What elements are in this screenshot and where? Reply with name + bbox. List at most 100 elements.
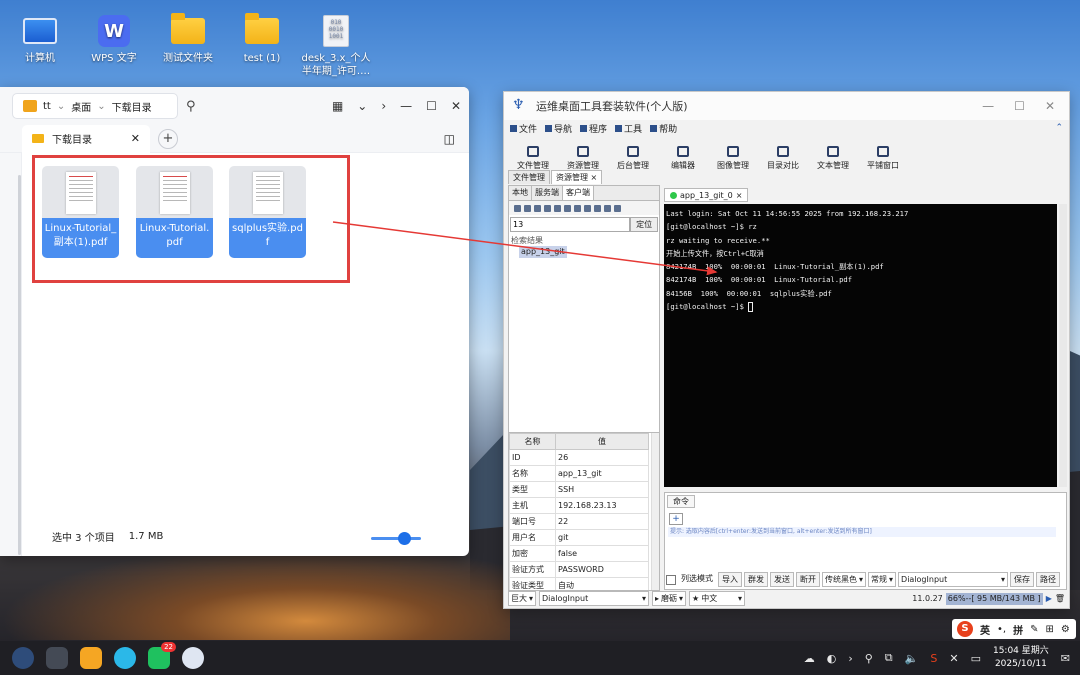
tab-file-manage[interactable]: 文件管理 bbox=[508, 170, 550, 184]
menu-tools[interactable]: 工具 bbox=[615, 122, 642, 135]
ops-tool-taskbar-icon[interactable] bbox=[182, 647, 204, 669]
tab-server[interactable]: 服务端 bbox=[532, 186, 563, 200]
scrollbar[interactable] bbox=[1059, 204, 1067, 487]
export-icon[interactable] bbox=[604, 204, 611, 212]
theme-toggle-icon[interactable]: ◐ bbox=[827, 652, 837, 665]
weather-icon[interactable]: ☁ bbox=[804, 652, 815, 665]
search-icon[interactable]: ⚲ bbox=[186, 99, 196, 114]
browser-icon[interactable] bbox=[114, 647, 136, 669]
add-command-button[interactable]: + bbox=[669, 513, 683, 525]
property-row[interactable]: 用户名 git bbox=[509, 529, 649, 546]
file-item[interactable]: Linux-Tutorial_副本(1).pdf bbox=[42, 166, 119, 258]
file-manager-taskbar-icon[interactable] bbox=[80, 647, 102, 669]
maximize-icon[interactable]: ☐ bbox=[426, 99, 437, 113]
property-row[interactable]: 加密 false bbox=[509, 545, 649, 562]
notification-center-icon[interactable]: ✉ bbox=[1061, 652, 1070, 665]
search-input[interactable] bbox=[510, 217, 631, 232]
property-row[interactable]: 验证类型 自动 bbox=[509, 577, 649, 590]
volume-icon[interactable]: 🔈 bbox=[905, 652, 919, 665]
style-select[interactable]: 常规 ▾ bbox=[868, 572, 897, 587]
menu-program[interactable]: 程序 bbox=[580, 122, 607, 135]
gear-icon[interactable]: ⚙ bbox=[1061, 624, 1070, 635]
edit-icon[interactable] bbox=[544, 204, 551, 212]
path-button[interactable]: 路径 bbox=[1036, 572, 1061, 587]
property-row[interactable]: ID 26 bbox=[509, 449, 649, 466]
zoom-slider[interactable] bbox=[371, 537, 421, 540]
copy-icon[interactable] bbox=[564, 204, 571, 212]
theme-select[interactable]: 传统黑色 ▾ bbox=[822, 572, 867, 587]
folder-icon[interactable] bbox=[524, 204, 531, 212]
chevron-down-icon[interactable]: ⌄ bbox=[57, 101, 65, 112]
search-icon[interactable]: ⚲ bbox=[865, 652, 873, 665]
send-button[interactable]: 发送 bbox=[770, 572, 794, 587]
image-manage-button[interactable]: 图像管理 bbox=[710, 136, 756, 174]
clock[interactable]: 15:04 星期六 2025/10/11 bbox=[993, 645, 1049, 671]
property-row[interactable]: 主机 192.168.23.13 bbox=[509, 497, 649, 514]
delete-icon[interactable]: 🗑 bbox=[1055, 594, 1065, 603]
import-icon[interactable] bbox=[594, 204, 601, 212]
save-button[interactable]: 保存 bbox=[1010, 572, 1035, 587]
close-icon[interactable]: ✕ bbox=[131, 132, 140, 145]
desktop-icon-test1[interactable]: test (1) bbox=[224, 13, 300, 65]
property-row[interactable]: 验证方式 PASSWORD bbox=[509, 561, 649, 578]
wifi-off-icon[interactable]: ✕ bbox=[949, 652, 958, 665]
tree-item-app-13-git[interactable]: app_13_git bbox=[519, 246, 567, 258]
file-item[interactable]: Linux-Tutorial.pdf bbox=[136, 166, 213, 258]
tab-local[interactable]: 本地 bbox=[509, 186, 532, 200]
tree-root[interactable]: 检索结果 bbox=[509, 235, 659, 246]
terminal-output[interactable]: Last login: Sat Oct 11 14:56:55 2025 fro… bbox=[664, 204, 1057, 487]
chevron-right-icon[interactable]: › bbox=[848, 652, 852, 665]
file-item[interactable]: sqlplus实验.pdf bbox=[229, 166, 306, 258]
close-icon[interactable]: ✕ bbox=[1045, 99, 1055, 113]
tab-download-dir[interactable]: 下载目录 ✕ bbox=[22, 124, 150, 153]
delete-icon[interactable] bbox=[554, 204, 561, 212]
grid-view-icon[interactable]: ▦ bbox=[332, 99, 343, 113]
tab-resource-manage[interactable]: 资源管理 × bbox=[551, 170, 603, 184]
expand-icon[interactable] bbox=[584, 204, 591, 212]
add-tab-button[interactable]: + bbox=[158, 128, 178, 149]
disconnect-button[interactable]: 断开 bbox=[796, 572, 820, 587]
dir-compare-button[interactable]: 目录对比 bbox=[760, 136, 806, 174]
column-select-mode-label[interactable]: 列选模式 bbox=[678, 572, 716, 587]
property-row[interactable]: 类型 SSH bbox=[509, 481, 649, 498]
sogou-icon[interactable]: S bbox=[957, 621, 973, 637]
language-select[interactable]: ★ 中文 ▾ bbox=[689, 591, 746, 606]
sidebar-toggle-icon[interactable]: ◫ bbox=[444, 132, 455, 146]
chevron-right-icon[interactable]: › bbox=[381, 99, 386, 113]
tile-windows-button[interactable]: 平铺窗口 bbox=[860, 136, 906, 174]
close-icon[interactable]: ✕ bbox=[451, 99, 461, 113]
desktop-icon-test-folder[interactable]: 测试文件夹 bbox=[150, 13, 226, 65]
minimize-icon[interactable]: — bbox=[982, 99, 994, 113]
menu-file[interactable]: 文件 bbox=[510, 122, 537, 135]
scrollbar[interactable] bbox=[651, 433, 659, 590]
property-row[interactable]: 名称 app_13_git bbox=[509, 465, 649, 482]
locate-button[interactable]: 定位 bbox=[630, 217, 658, 232]
desktop-icon-computer[interactable]: 计算机 bbox=[2, 14, 78, 65]
screen-cast-icon[interactable]: ⧉ bbox=[885, 651, 893, 665]
collapse-icon[interactable]: ⌃ bbox=[1055, 123, 1063, 133]
refresh-icon[interactable] bbox=[614, 204, 621, 212]
desktop-icon-wps[interactable]: W WPS 文字 bbox=[76, 14, 152, 65]
scrollbar[interactable] bbox=[18, 175, 21, 555]
punctuation-icon[interactable]: •, bbox=[997, 624, 1006, 635]
pen-icon[interactable]: ✎ bbox=[1030, 624, 1038, 635]
editor-button[interactable]: 编辑器 bbox=[660, 136, 706, 174]
play-icon[interactable]: ▶ bbox=[1046, 594, 1052, 603]
chevron-down-icon[interactable]: ⌄ bbox=[97, 101, 105, 112]
start-menu-icon[interactable] bbox=[12, 647, 34, 669]
breadcrumb-item[interactable]: 桌面 bbox=[71, 99, 91, 114]
skin-select[interactable]: ▸ 磨砺 ▾ bbox=[652, 591, 687, 606]
login-icon[interactable] bbox=[534, 204, 541, 212]
chevron-down-icon[interactable]: ⌄ bbox=[357, 99, 367, 113]
toolbox-icon[interactable]: ⊞ bbox=[1045, 624, 1053, 635]
backend-manage-button[interactable]: 后台管理 bbox=[610, 136, 656, 174]
resource-manage-button[interactable]: 资源管理 bbox=[560, 136, 606, 174]
ime-mode[interactable]: 拼 bbox=[1013, 622, 1023, 637]
messaging-app-icon[interactable]: 22 bbox=[148, 642, 176, 669]
property-row[interactable]: 端口号 22 bbox=[509, 513, 649, 530]
terminal-font-select[interactable]: DialogInput ▾ bbox=[539, 591, 650, 606]
tab-client[interactable]: 客户端 bbox=[563, 186, 594, 200]
maximize-icon[interactable]: ☐ bbox=[1014, 99, 1025, 113]
ime-language[interactable]: 英 bbox=[980, 622, 990, 637]
font-select[interactable]: DialogInput ▾ bbox=[898, 572, 1009, 587]
